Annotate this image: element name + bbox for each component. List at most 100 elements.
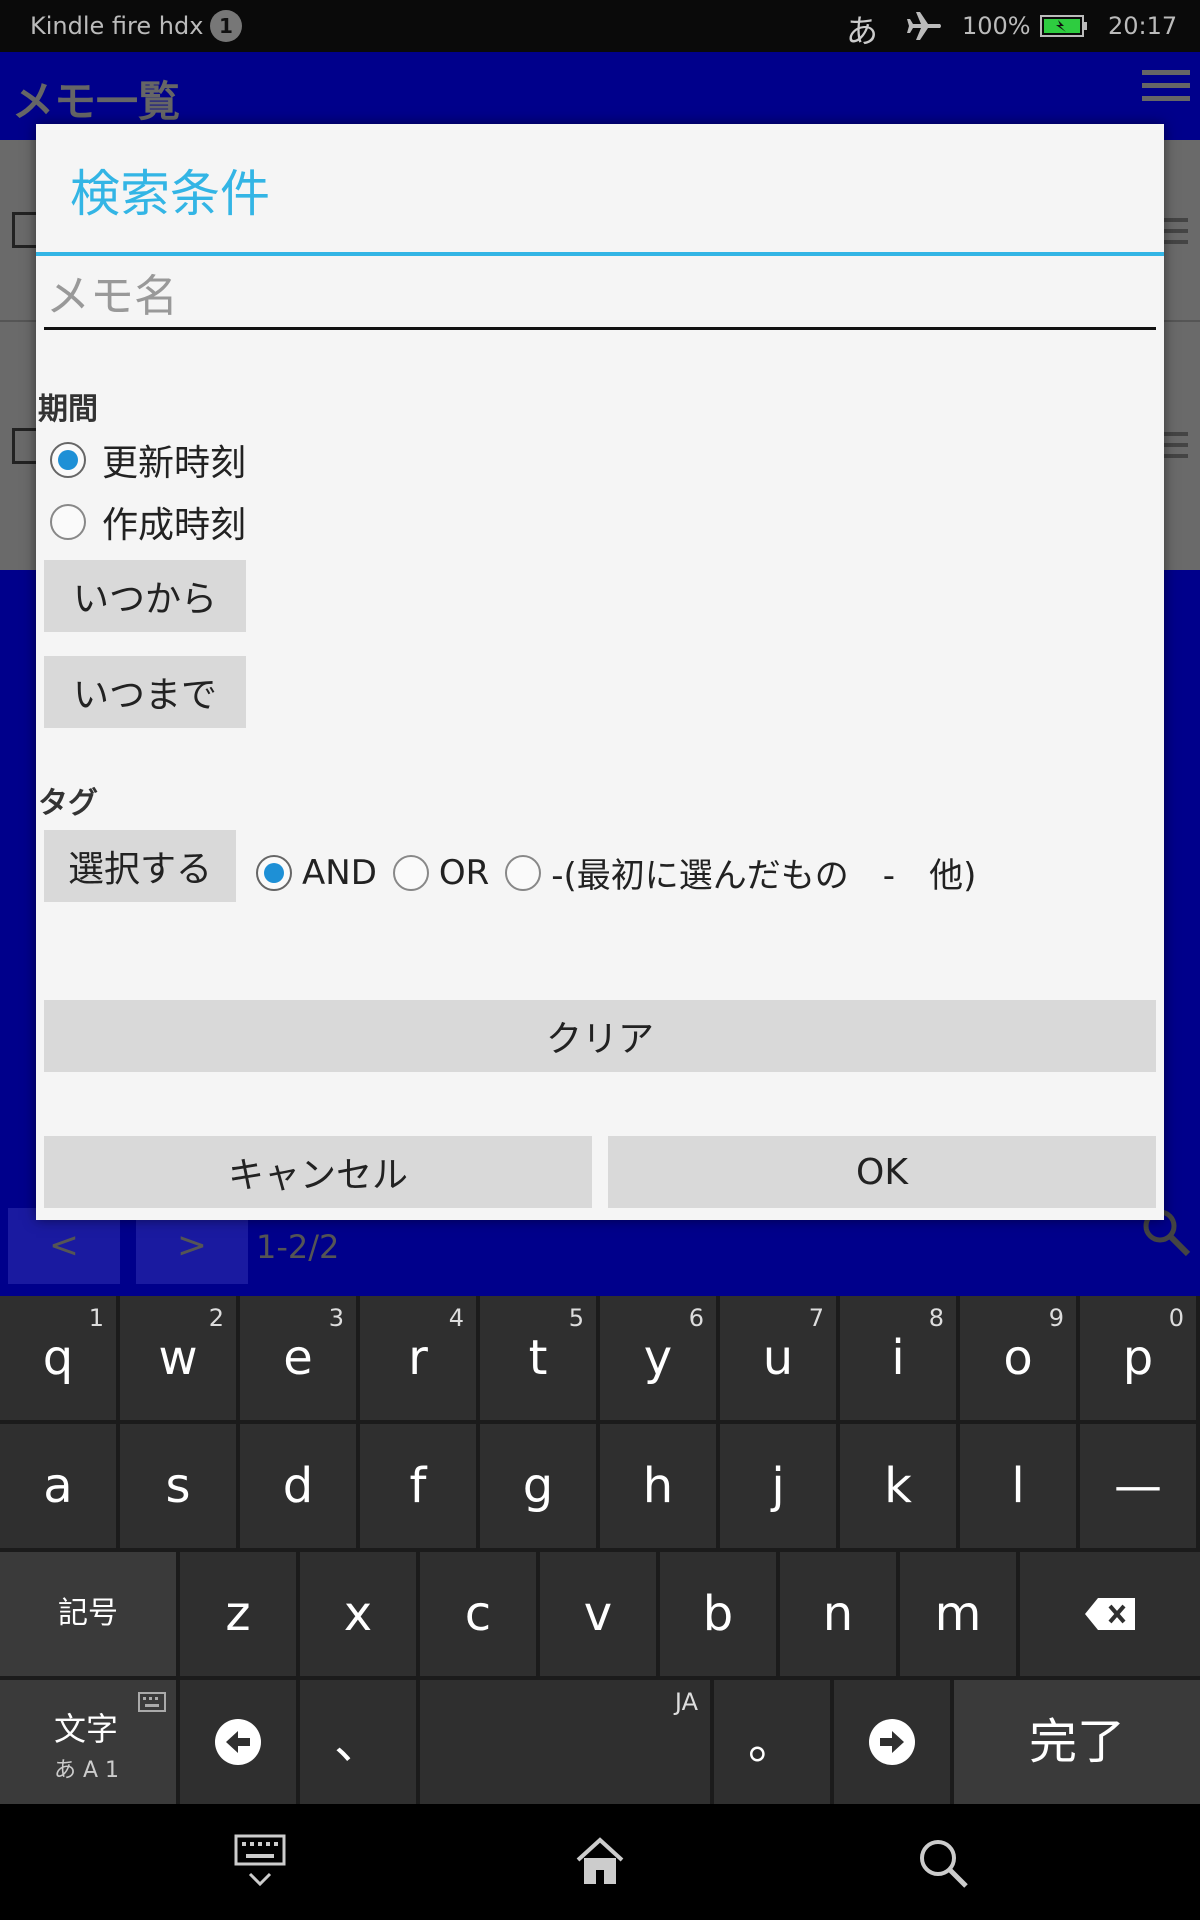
key-label: o	[1003, 1330, 1033, 1386]
radio-created-time[interactable]: 作成時刻	[50, 496, 246, 548]
key-o[interactable]: o9	[960, 1296, 1076, 1420]
key-number-hint: 6	[688, 1304, 704, 1332]
key-w[interactable]: w2	[120, 1296, 236, 1420]
cursor-right-key[interactable]	[834, 1680, 950, 1804]
key-y[interactable]: y6	[600, 1296, 716, 1420]
search-icon[interactable]	[916, 1836, 968, 1888]
ok-button[interactable]: OK	[608, 1136, 1156, 1208]
radio-label: 作成時刻	[102, 505, 247, 546]
period-key[interactable]: 。	[714, 1680, 830, 1804]
key-z[interactable]: z	[180, 1552, 296, 1676]
radio-label: OR	[438, 852, 490, 893]
key-label: e	[283, 1330, 313, 1386]
battery-icon	[1040, 15, 1087, 37]
key-number-hint: 1	[88, 1304, 104, 1332]
to-date-button[interactable]: いつまで	[44, 656, 246, 728]
backspace-icon	[1085, 1598, 1135, 1630]
input-mode-key[interactable]: 文字 あ A 1	[0, 1680, 176, 1804]
key-s[interactable]: s	[120, 1424, 236, 1548]
key-g[interactable]: g	[480, 1424, 596, 1548]
radio-button[interactable]	[50, 442, 86, 478]
key-m[interactable]: m	[900, 1552, 1016, 1676]
clear-button[interactable]: クリア	[44, 1000, 1156, 1072]
key-number-hint: 4	[448, 1304, 464, 1332]
key-d[interactable]: d	[240, 1424, 356, 1548]
from-date-button[interactable]: いつから	[44, 560, 246, 632]
software-keyboard: q1w2e3r4t5y6u7i8o9p0 a s d f g h j k l — zxcvbnm …	[0, 1296, 1200, 1804]
key-label: i	[891, 1330, 905, 1386]
app-title: メモ一覧	[12, 77, 181, 126]
dash-key[interactable]: —	[1080, 1424, 1196, 1548]
key-b[interactable]: b	[660, 1552, 776, 1676]
period-label: 期間	[38, 392, 98, 427]
keyboard-small-icon	[138, 1692, 166, 1712]
key-number-hint: 2	[208, 1304, 224, 1332]
key-l[interactable]: l	[960, 1424, 1076, 1548]
key-h[interactable]: h	[600, 1424, 716, 1548]
key-i[interactable]: i8	[840, 1296, 956, 1420]
backspace-key[interactable]	[1020, 1552, 1200, 1676]
radio-exclude[interactable]	[505, 854, 542, 891]
radio-label: -(最初に選んだもの - 他)	[551, 856, 977, 896]
radio-button[interactable]	[50, 504, 86, 540]
key-k[interactable]: k	[840, 1424, 956, 1548]
key-f[interactable]: f	[360, 1424, 476, 1548]
key-number-hint: 8	[928, 1304, 944, 1332]
key-u[interactable]: u7	[720, 1296, 836, 1420]
dialog-title: 検索条件	[70, 165, 270, 223]
device-name: Kindle fire hdx	[30, 12, 204, 40]
search-conditions-dialog: 検索条件 期間 更新時刻 作成時刻 いつから いつまで タグ 選択する AND …	[36, 124, 1164, 1220]
done-key[interactable]: 完了	[954, 1680, 1200, 1804]
clock: 20:17	[1108, 12, 1178, 40]
notification-badge[interactable]: 1	[210, 10, 242, 42]
radio-or[interactable]	[392, 854, 429, 891]
key-label: t	[528, 1330, 548, 1386]
keyboard-hide-icon[interactable]	[232, 1834, 288, 1890]
home-icon[interactable]	[574, 1836, 626, 1888]
key-a[interactable]: a	[0, 1424, 116, 1548]
key-n[interactable]: n	[780, 1552, 896, 1676]
key-label: w	[158, 1330, 198, 1386]
key-q[interactable]: q1	[0, 1296, 116, 1420]
radio-updated-time[interactable]: 更新時刻	[50, 434, 246, 486]
key-label: u	[762, 1330, 794, 1386]
key-c[interactable]: c	[420, 1552, 536, 1676]
ime-indicator: あ	[846, 12, 879, 50]
language-hint: JA	[674, 1688, 698, 1716]
symbols-key[interactable]: 記号	[0, 1552, 176, 1676]
key-p[interactable]: p0	[1080, 1296, 1196, 1420]
arrow-left-icon	[215, 1719, 261, 1765]
key-label: q	[42, 1330, 74, 1386]
key-j[interactable]: j	[720, 1424, 836, 1548]
page-count: 1-2/2	[256, 1228, 340, 1266]
key-label: p	[1122, 1330, 1154, 1386]
space-key[interactable]: JA	[420, 1680, 710, 1804]
cursor-left-key[interactable]	[180, 1680, 296, 1804]
battery-percent: 100%	[962, 12, 1031, 40]
title-divider	[36, 252, 1164, 256]
arrow-right-icon	[869, 1719, 915, 1765]
key-number-hint: 3	[328, 1304, 344, 1332]
mode-sub-label: あ A 1	[54, 1758, 120, 1783]
airplane-mode-icon	[907, 12, 941, 40]
memo-name-input[interactable]	[44, 266, 1156, 330]
key-label: y	[643, 1330, 673, 1386]
comma-key[interactable]: 、	[300, 1680, 416, 1804]
key-label: r	[408, 1330, 428, 1386]
radio-label: AND	[302, 852, 377, 893]
key-t[interactable]: t5	[480, 1296, 596, 1420]
key-x[interactable]: x	[300, 1552, 416, 1676]
navigation-bar	[0, 1804, 1200, 1920]
key-number-hint: 5	[568, 1304, 584, 1332]
key-number-hint: 7	[808, 1304, 824, 1332]
menu-icon[interactable]	[1140, 66, 1192, 106]
select-tags-button[interactable]: 選択する	[44, 830, 236, 902]
key-r[interactable]: r4	[360, 1296, 476, 1420]
radio-and[interactable]	[256, 854, 292, 891]
mode-main-label: 文字	[54, 1710, 119, 1748]
key-v[interactable]: v	[540, 1552, 656, 1676]
cancel-button[interactable]: キャンセル	[44, 1136, 592, 1208]
key-number-hint: 0	[1168, 1304, 1184, 1332]
tag-label: タグ	[38, 786, 98, 821]
key-e[interactable]: e3	[240, 1296, 356, 1420]
